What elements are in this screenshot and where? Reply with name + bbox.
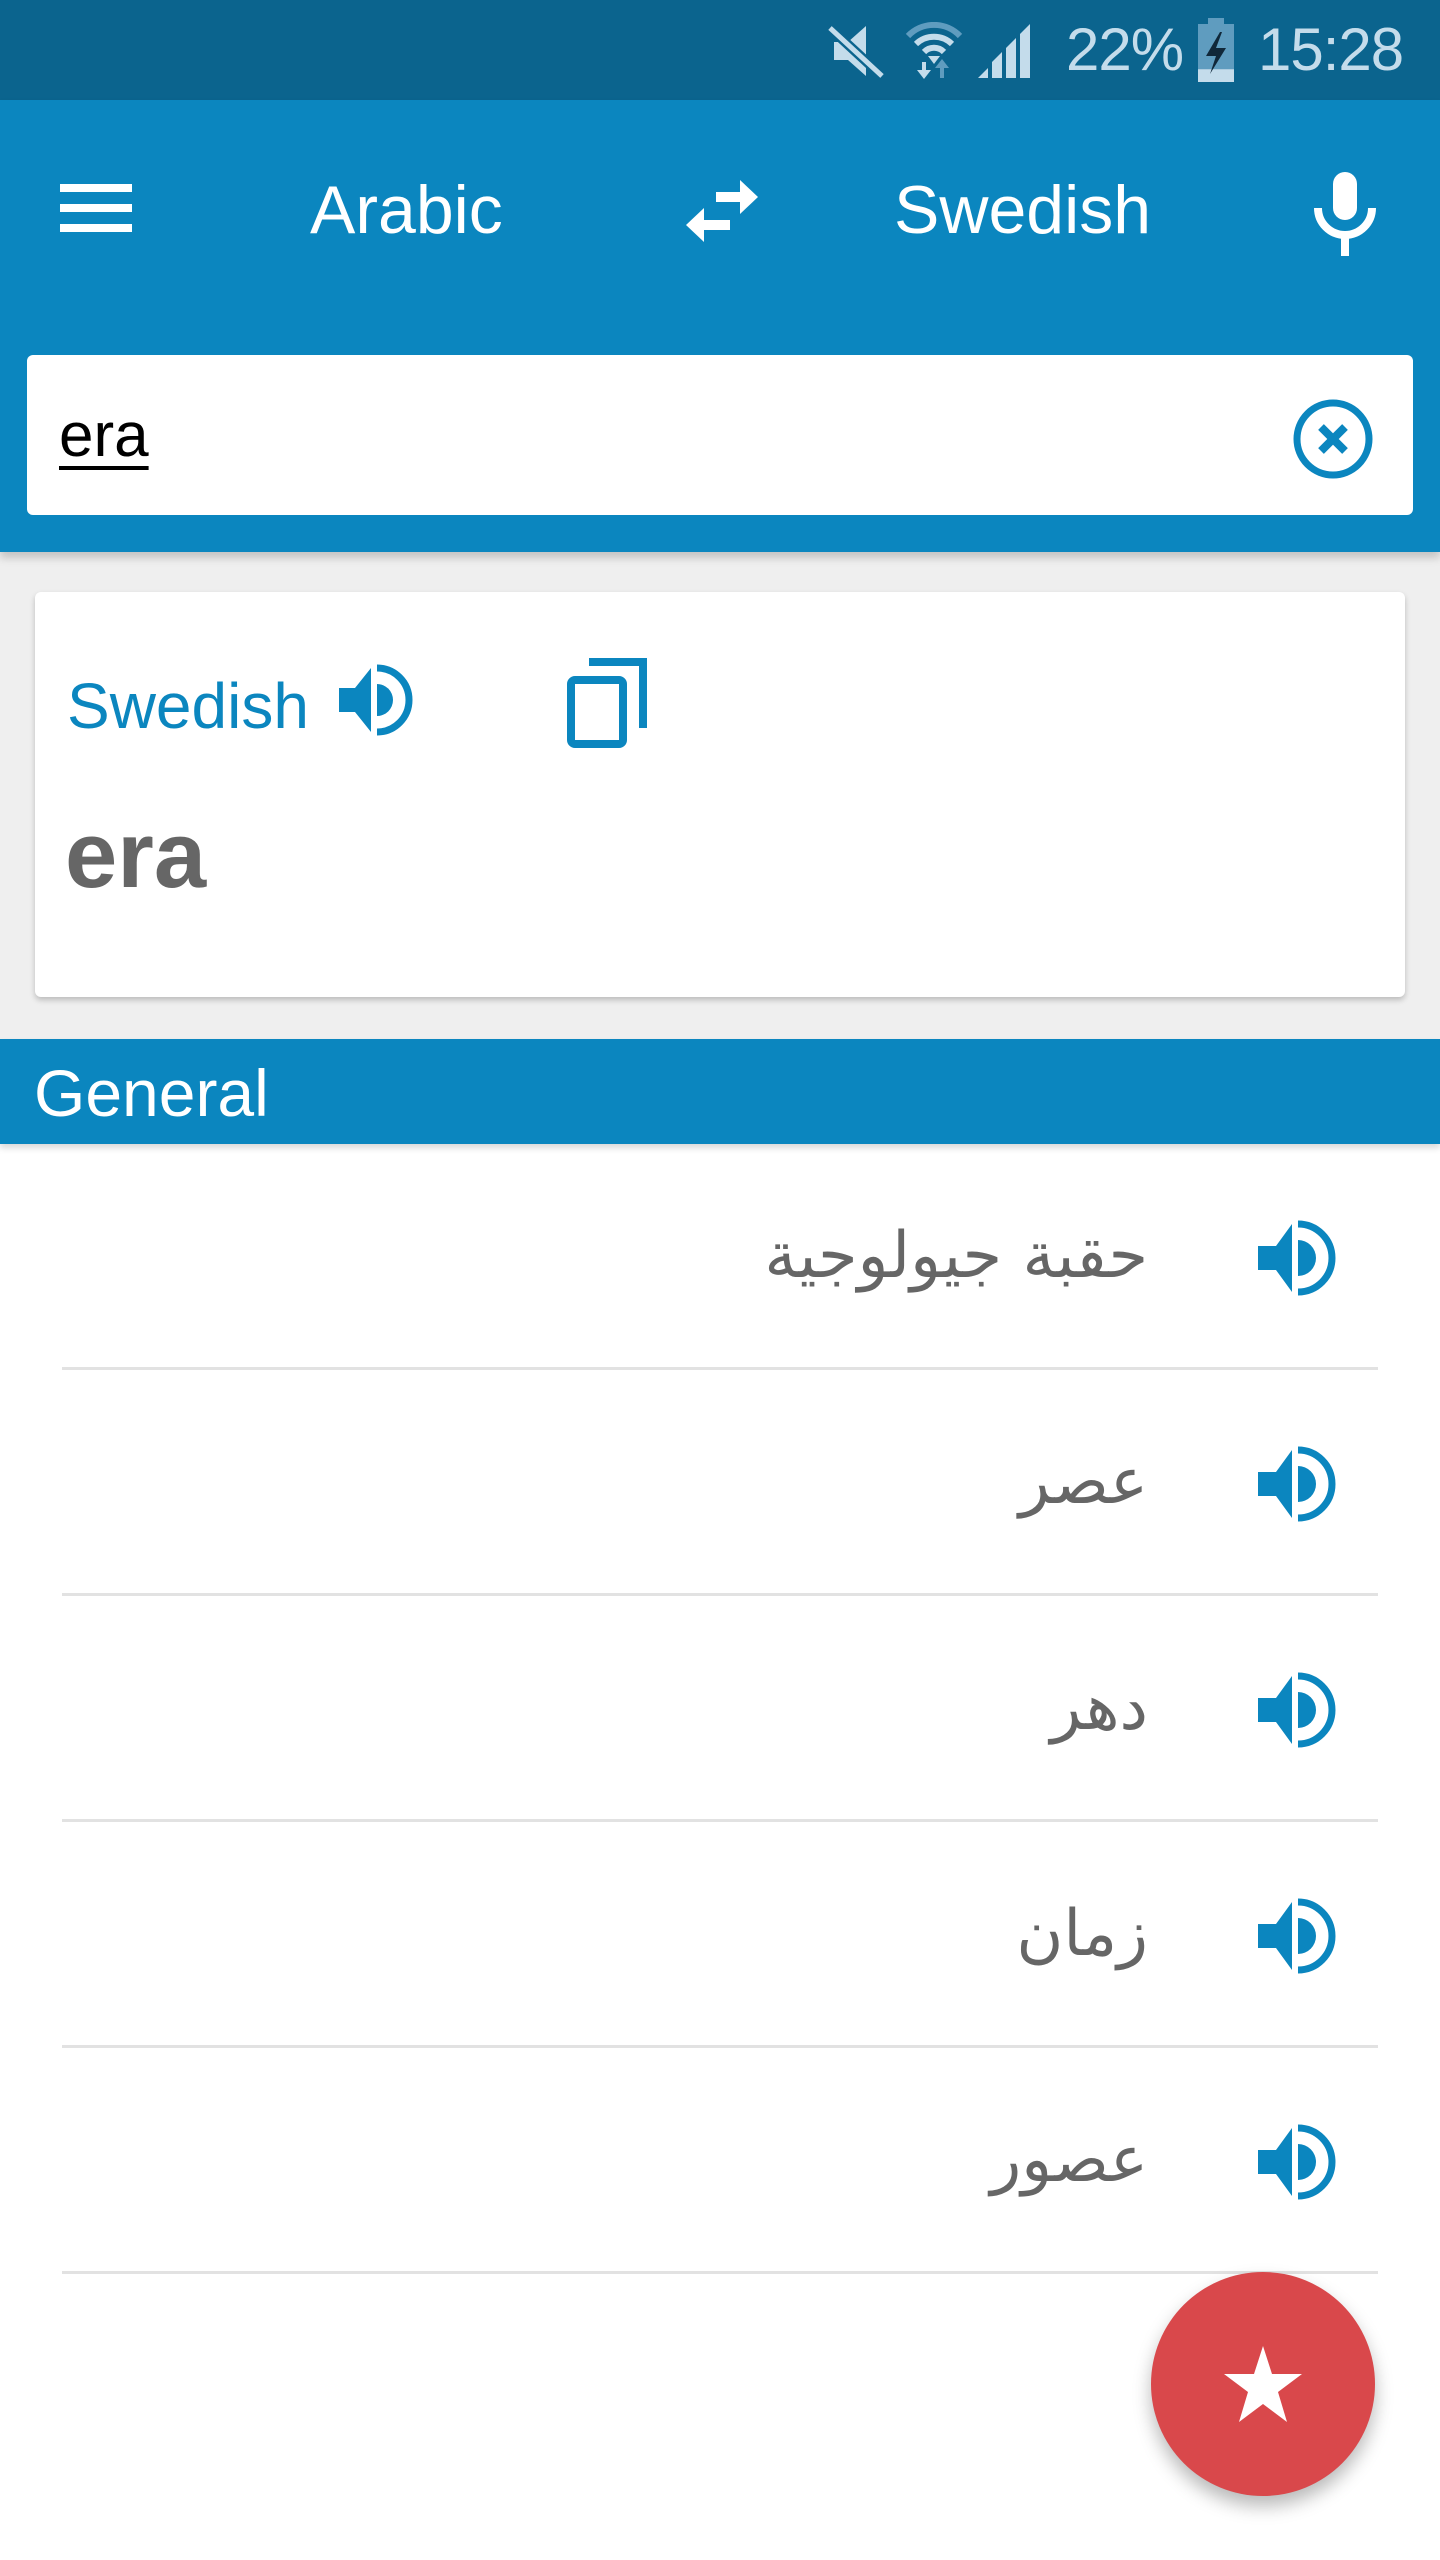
list-item[interactable]: عصر <box>0 1370 1440 1596</box>
favorite-button[interactable] <box>1151 2272 1375 2496</box>
status-bar: 22% 15:28 <box>0 0 1440 100</box>
clear-search-button[interactable] <box>1291 397 1375 481</box>
translation-term: زمان <box>1016 1897 1148 1971</box>
speak-result-button[interactable] <box>335 660 415 740</box>
speaker-icon <box>339 664 413 736</box>
list-item[interactable]: عصور <box>0 2048 1440 2274</box>
result-card: Swedish era <box>35 592 1405 997</box>
translation-term: عصور <box>990 2123 1148 2197</box>
section-header: General <box>0 1039 1440 1144</box>
speaker-icon <box>1258 1446 1336 1522</box>
swap-arrows-icon <box>686 180 758 242</box>
speak-translation-button[interactable] <box>1252 1896 1338 1976</box>
battery-level-fill <box>1198 69 1234 82</box>
list-item[interactable]: حقبة جيولوجية <box>0 1144 1440 1370</box>
speak-translation-button[interactable] <box>1252 2122 1338 2202</box>
voice-input-button[interactable] <box>1290 160 1400 270</box>
copy-result-button[interactable] <box>565 656 651 750</box>
app-bar: Arabic Swedish <box>0 100 1440 552</box>
battery-charging-icon <box>1196 18 1236 84</box>
speaker-icon <box>1258 1220 1336 1296</box>
star-icon <box>1224 2346 1302 2422</box>
result-language-label: Swedish <box>67 670 309 742</box>
list-item[interactable]: زمان <box>0 1822 1440 2048</box>
result-word: era <box>65 802 207 907</box>
translation-term: عصر <box>1019 1445 1148 1519</box>
speaker-icon <box>1258 2124 1336 2200</box>
menu-button[interactable] <box>40 160 152 260</box>
microphone-icon <box>1314 172 1376 256</box>
clock: 15:28 <box>1258 16 1404 83</box>
target-language-selector[interactable]: Swedish <box>894 170 1151 250</box>
search-box <box>27 355 1413 515</box>
search-input[interactable] <box>59 395 1239 475</box>
speaker-icon <box>1258 1672 1336 1748</box>
list-item[interactable]: دهر <box>0 1596 1440 1822</box>
wifi-icon <box>904 22 964 80</box>
section-title: General <box>34 1056 269 1130</box>
translation-term: دهر <box>1050 1671 1148 1745</box>
clear-circle-x-icon <box>1293 399 1373 479</box>
source-language-selector[interactable]: Arabic <box>310 170 503 250</box>
copy-icon <box>567 658 647 748</box>
translation-list: حقبة جيولوجية عصر دهر زمان عصور <box>0 1144 1440 2274</box>
speak-translation-button[interactable] <box>1252 1444 1338 1524</box>
cellular-signal-icon <box>976 22 1034 80</box>
mute-icon <box>826 22 886 80</box>
swap-languages-button[interactable] <box>664 164 776 264</box>
speaker-icon <box>1258 1898 1336 1974</box>
divider <box>62 2271 1378 2274</box>
speak-translation-button[interactable] <box>1252 1670 1338 1750</box>
translation-term: حقبة جيولوجية <box>764 1219 1148 1293</box>
speak-translation-button[interactable] <box>1252 1218 1338 1298</box>
battery-percent: 22% <box>1066 16 1184 83</box>
